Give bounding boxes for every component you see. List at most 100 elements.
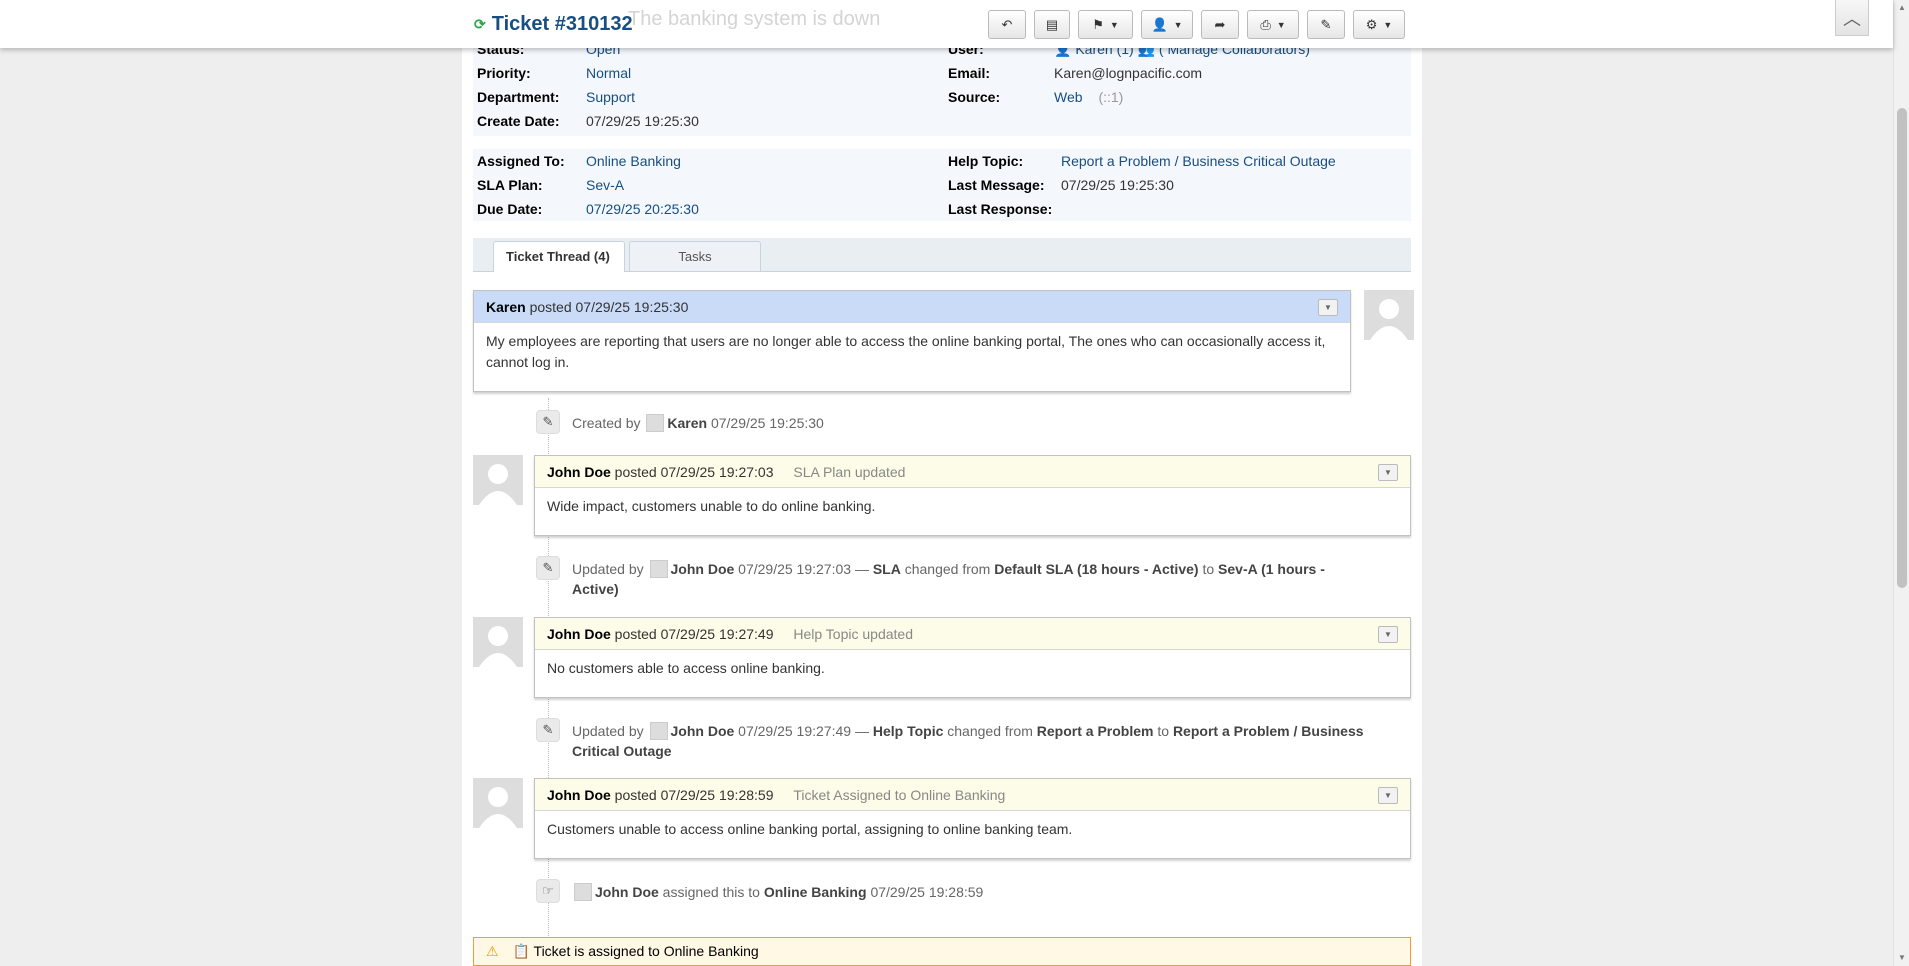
chevron-down-icon: ▼ [1173,19,1183,30]
scroll-up-arrow-icon[interactable]: ▲ [1894,0,1909,16]
event-created: Created by Karen 07/29/25 19:25:30 [572,413,1372,433]
priority-value[interactable]: Normal [586,65,631,81]
event-created-prefix: Created by [572,415,641,431]
avatar [649,722,668,740]
event-topic-changed-from: changed from [947,723,1033,739]
scroll-to-top-button[interactable]: ︿ [1835,0,1869,36]
tab-ticket-thread[interactable]: Ticket Thread (4) [493,241,625,272]
message-header: Karen posted 07/29/25 19:25:30 ▼ [474,291,1350,323]
pencil-icon: ✎ [536,410,560,434]
ticket-tabs: Ticket Thread (4) Tasks [473,238,1411,272]
email-label: Email: [948,65,991,81]
page-title: ⟳ Ticket #310132 [474,10,633,38]
event-topic-user: John Doe [670,723,735,739]
chevron-down-icon: ▼ [1383,19,1393,30]
message-author: Karen [486,299,526,315]
response-actions-dropdown[interactable]: ▼ [1378,626,1398,643]
alert-text: Ticket is assigned to Online Banking [533,943,759,959]
event-assigned: John Doe assigned this to Online Banking… [572,882,1372,902]
event-topic-to-word: to [1157,723,1170,739]
department-label: Department: [477,89,560,105]
ticket-info-status: Status: Open Priority: Normal Department… [473,38,1411,136]
message-posted: posted 07/29/25 19:25:30 [529,299,689,315]
response-actions-dropdown[interactable]: ▼ [1378,787,1398,804]
avatar [473,778,523,828]
last-message-label: Last Message: [948,177,1045,193]
assigned-to-value[interactable]: Online Banking [586,153,681,169]
event-topic-from: Report a Problem [1036,723,1154,739]
avatar [473,455,523,505]
response-title: SLA Plan updated [793,464,906,480]
response-author: John Doe [547,787,611,803]
edit-button[interactable]: ✎ [1307,10,1345,39]
avatar [646,414,665,432]
note-icon: ▤ [1045,16,1059,32]
sla-plan-value[interactable]: Sev-A [586,177,624,193]
ticket-subject-faded: The banking system is down [628,8,881,30]
response-posted: posted 07/29/25 19:28:59 [614,787,774,803]
last-message-value: 07/29/25 19:25:30 [1061,177,1174,193]
response-header: John Doe posted 07/29/25 19:27:03 SLA Pl… [535,456,1410,488]
message-actions-dropdown[interactable]: ▼ [1318,299,1338,316]
sla-plan-label: SLA Plan: [477,177,543,193]
assigned-to-label: Assigned To: [477,153,565,169]
ticket-toolbar: ↶ ▤ ⚑ ▼ 👤 ▼ ➦ ⎙ ▼ ✎ ⚙ ▼ [988,10,1405,39]
event-topic-field: Help Topic [872,723,944,739]
thumbs-up-icon: ☞ [536,879,560,903]
share-icon: ➦ [1214,16,1226,32]
ticket-number-link[interactable]: Ticket #310132 [492,13,633,36]
event-sla-to-word: to [1202,561,1215,577]
department-value[interactable]: Support [586,89,635,105]
settings-menu-button[interactable]: ⚙ ▼ [1353,10,1405,39]
response-body: Wide impact, customers unable to do onli… [547,498,876,514]
event-assigned-target: Online Banking [763,884,867,900]
reply-button[interactable]: ↶ [988,10,1026,39]
event-sla-time: 07/29/25 19:27:03 — [738,561,869,577]
help-topic-value[interactable]: Report a Problem / Business Critical Out… [1061,153,1336,169]
chevron-down-icon: ▼ [1276,19,1286,30]
event-created-time: 07/29/25 19:25:30 [710,415,824,431]
avatar [473,617,523,667]
source-value[interactable]: Web [1054,89,1083,105]
pencil-icon: ✎ [536,556,560,580]
scroll-down-arrow-icon[interactable]: ▼ [1894,950,1909,966]
page-scrollbar[interactable]: ▲ ▼ [1893,0,1909,966]
chevron-down-icon: ▼ [1109,19,1119,30]
source-ip: (::1) [1098,89,1124,105]
avatar [1364,290,1414,340]
thread-response-2: John Doe posted 07/29/25 19:27:49 Help T… [534,617,1411,698]
edit-icon: ✎ [1320,16,1332,32]
post-note-button[interactable]: ▤ [1034,10,1070,39]
refresh-icon[interactable]: ⟳ [474,16,486,33]
thread-message-karen: Karen posted 07/29/25 19:25:30 ▼ My empl… [473,290,1351,392]
response-actions-dropdown[interactable]: ▼ [1378,464,1398,481]
event-sla-updated: Updated by John Doe 07/29/25 19:27:03 — … [572,559,1372,599]
response-header: John Doe posted 07/29/25 19:27:49 Help T… [535,618,1410,650]
scrollbar-thumb[interactable] [1897,108,1907,588]
avatar [574,883,592,901]
thread-response-3: John Doe posted 07/29/25 19:28:59 Ticket… [534,778,1411,859]
event-assigned-user: John Doe [595,884,659,900]
email-value: Karen@lognpacific.com [1054,65,1203,81]
response-title: Help Topic updated [793,626,913,642]
last-response-label: Last Response: [948,201,1053,217]
create-date-label: Create Date: [477,113,560,129]
flag-menu-button[interactable]: ⚑ ▼ [1078,10,1133,39]
print-menu-button[interactable]: ⎙ ▼ [1247,10,1299,39]
due-date-value[interactable]: 07/29/25 20:25:30 [586,201,699,217]
event-help-topic-updated: Updated by John Doe 07/29/25 19:27:49 — … [572,721,1372,761]
event-sla-changed-from: changed from [904,561,991,577]
avatar [649,560,668,578]
event-topic-time: 07/29/25 19:27:49 — [738,723,869,739]
event-sla-user: John Doe [670,561,735,577]
pencil-icon: ✎ [536,718,560,742]
help-topic-label: Help Topic: [948,153,1024,169]
transfer-button[interactable]: ➦ [1201,10,1239,39]
assign-menu-button[interactable]: 👤 ▼ [1141,10,1193,39]
response-author: John Doe [547,464,611,480]
event-topic-prefix: Updated by [572,723,644,739]
ticket-page: Status: Open Priority: Normal Department… [462,0,1422,966]
event-sla-from: Default SLA (18 hours - Active) [994,561,1199,577]
tab-tasks[interactable]: Tasks [629,241,761,271]
flag-icon: ⚑ [1092,16,1104,32]
